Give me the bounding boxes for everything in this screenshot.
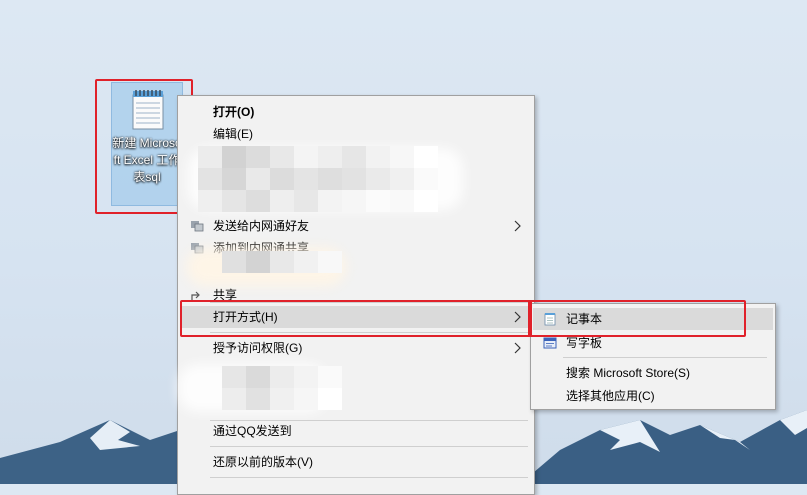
open-with-highlight-box [180,300,532,337]
wordpad-icon [543,337,557,349]
submenu-item-label: 选择其他应用(C) [566,389,655,403]
menu-item-label: 授予访问权限(G) [213,341,303,355]
submenu-item-label: 搜索 Microsoft Store(S) [566,366,691,380]
menu-item-grant-access[interactable]: 授予访问权限(G) [180,337,532,359]
menu-item-restore-previous-versions[interactable]: 还原以前的版本(V) [180,451,532,473]
submenu-item-choose-another-app[interactable]: 选择其他应用(C) [533,385,773,407]
menu-item-edit[interactable]: 编辑(E) [180,123,532,145]
menu-item-send-to-lan-friend[interactable]: 发送给内网通好友 [180,215,532,237]
menu-item-label: 发送给内网通好友 [213,219,310,233]
menu-separator [210,446,528,447]
menu-item-label: 通过QQ发送到 [213,424,292,438]
menu-separator [210,477,528,478]
menu-item-label: 还原以前的版本(V) [213,455,313,469]
submenu-item-search-store[interactable]: 搜索 Microsoft Store(S) [533,362,773,384]
obscured-mosaic [198,146,438,212]
network-share-icon [191,221,204,232]
submenu-arrow-icon [514,220,521,232]
submenu-item-label: 写字板 [566,336,603,350]
obscured-mosaic [222,251,342,273]
context-menu: 打开(O) 编辑(E) 发送给内网通好友 添加到内网通共享 共享 打开方式(H) [177,95,535,495]
menu-item-label: 编辑(E) [213,127,253,141]
menu-item-open[interactable]: 打开(O) [180,101,532,123]
menu-item-send-via-qq[interactable]: 通过QQ发送到 [180,420,532,442]
obscured-mosaic [222,366,342,410]
submenu-arrow-icon [514,342,521,354]
menu-separator [563,357,767,358]
notepad-highlight-box [528,300,746,337]
menu-item-label: 打开(O) [213,105,255,119]
